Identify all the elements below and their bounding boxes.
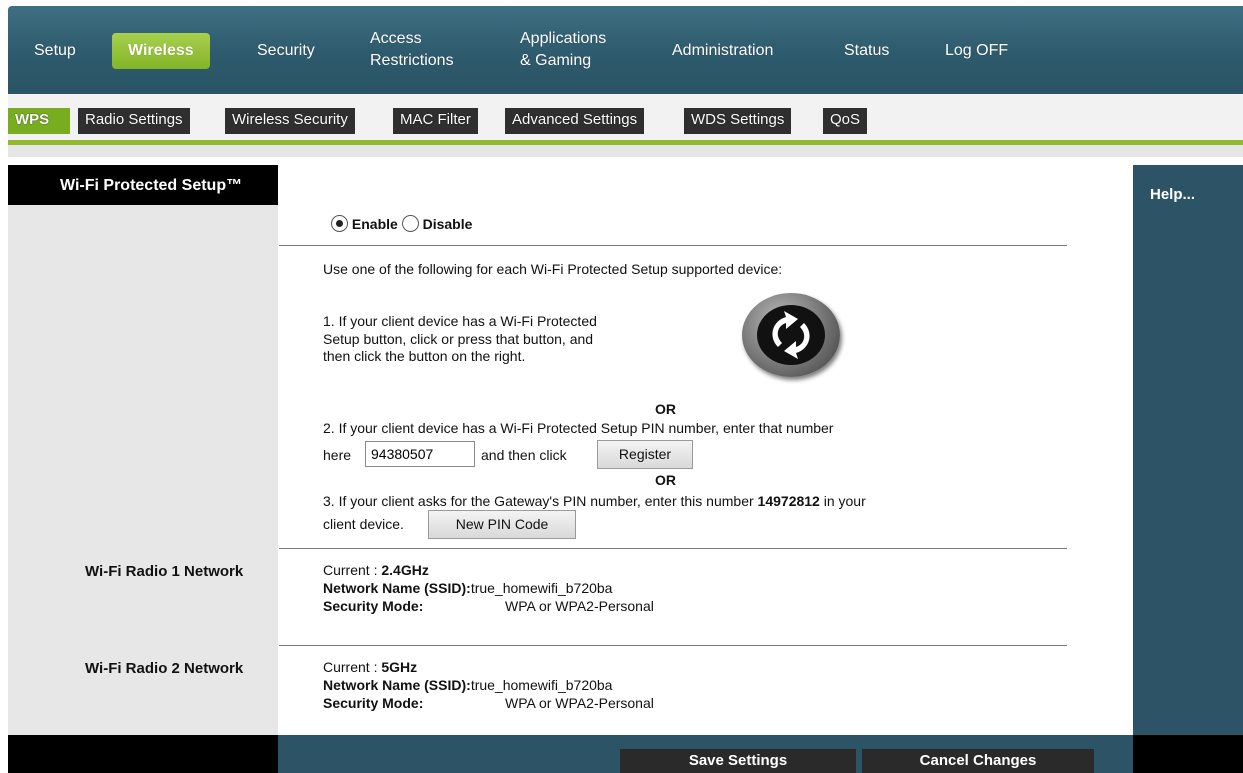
radio2-ssid: Network Name (SSID):true_homewifi_b720ba: [323, 677, 612, 693]
option3-line2: client device.: [323, 516, 404, 532]
disable-radio[interactable]: [401, 215, 419, 232]
option3-line1: 3. If your client asks for the Gateway's…: [323, 493, 866, 509]
option2-here: here: [323, 447, 352, 463]
option1-line2: Setup button, click or press that button…: [323, 331, 594, 347]
option3-prefix: 3. If your client asks for the Gateway's…: [323, 493, 754, 509]
radio2-current-label: Current :: [323, 659, 378, 675]
radio2-security-label: Security Mode:: [323, 695, 424, 711]
section-title: Wi-Fi Protected Setup™: [8, 165, 278, 205]
footer-left: [8, 735, 278, 773]
new-pin-code-button[interactable]: New PIN Code: [428, 510, 576, 539]
nav-access-restrictions[interactable]: Access Restrictions: [370, 28, 454, 72]
radio1-ssid-value: true_homewifi_b720ba: [470, 580, 613, 596]
footer-right: [1133, 735, 1243, 773]
help-link[interactable]: Help...: [1150, 186, 1195, 203]
nav-status[interactable]: Status: [844, 40, 889, 62]
radio2-security: Security Mode:: [323, 695, 423, 711]
nav-security[interactable]: Security: [257, 40, 315, 62]
radio2-ssid-label: Network Name (SSID):: [323, 677, 471, 693]
nav-applications-gaming[interactable]: Applications & Gaming: [520, 28, 606, 72]
radio2-network-label: Wi-Fi Radio 2 Network: [85, 660, 244, 677]
tab-radio-settings[interactable]: Radio Settings: [78, 108, 190, 134]
tab-wds-settings[interactable]: WDS Settings: [684, 108, 792, 134]
subnav-shadow-bar: [8, 145, 1243, 157]
gateway-pin: 14972812: [757, 493, 820, 509]
option2-then-click: and then click: [481, 447, 567, 463]
sub-navigation: WPS Radio Settings Wireless Security MAC…: [8, 94, 1243, 140]
or-separator-2: OR: [655, 472, 676, 488]
tab-wireless-security[interactable]: Wireless Security: [225, 108, 355, 134]
radio2-ssid-value: true_homewifi_b720ba: [470, 677, 613, 693]
top-navigation: Setup Wireless Security Access Restricti…: [8, 6, 1243, 94]
nav-access-line1: Access: [370, 30, 422, 47]
tab-advanced-settings[interactable]: Advanced Settings: [505, 108, 645, 134]
radio2-current-value: 5GHz: [381, 659, 418, 675]
radio1-current: Current : 2.4GHz: [323, 562, 429, 578]
tab-mac-filter[interactable]: MAC Filter: [393, 108, 478, 134]
tab-qos[interactable]: QoS: [823, 108, 868, 134]
nav-applications-line2: & Gaming: [520, 52, 592, 69]
radio1-security: Security Mode:: [323, 598, 423, 614]
option1-line3: then click the button on the right.: [323, 348, 526, 364]
nav-access-line2: Restrictions: [370, 52, 454, 69]
enable-radio[interactable]: [331, 215, 348, 232]
left-column: [8, 165, 278, 735]
save-settings-button[interactable]: Save Settings: [620, 749, 856, 773]
wps-push-button[interactable]: [742, 293, 840, 377]
register-button[interactable]: Register: [597, 440, 693, 469]
divider: [279, 645, 1067, 646]
enable-radio-label[interactable]: Enable: [352, 216, 398, 232]
wps-mode-radio-group: Enable Disable: [331, 215, 472, 232]
radio1-ssid: Network Name (SSID):true_homewifi_b720ba: [323, 580, 612, 596]
cancel-changes-button[interactable]: Cancel Changes: [862, 749, 1094, 773]
nav-wireless[interactable]: Wireless: [112, 33, 210, 69]
radio1-current-label: Current :: [323, 562, 378, 578]
radio1-security-label: Security Mode:: [323, 598, 424, 614]
nav-administration[interactable]: Administration: [672, 40, 773, 62]
radio2-security-value: WPA or WPA2-Personal: [505, 695, 654, 711]
tab-wps[interactable]: WPS: [8, 108, 70, 134]
option2-line1: 2. If your client device has a Wi-Fi Pro…: [323, 420, 834, 436]
client-pin-input[interactable]: [365, 441, 475, 467]
option1-line1: 1. If your client device has a Wi-Fi Pro…: [323, 313, 597, 329]
radio2-current: Current : 5GHz: [323, 659, 417, 675]
option3-suffix: in your: [823, 493, 866, 509]
nav-applications-line1: Applications: [520, 30, 607, 47]
wps-intro-text: Use one of the following for each Wi-Fi …: [323, 261, 783, 277]
nav-setup[interactable]: Setup: [34, 40, 76, 62]
or-separator-1: OR: [655, 401, 676, 417]
divider: [279, 548, 1067, 549]
disable-radio-label[interactable]: Disable: [423, 216, 473, 232]
radio1-security-value: WPA or WPA2-Personal: [505, 598, 654, 614]
radio1-ssid-label: Network Name (SSID):: [323, 580, 471, 596]
help-column: [1133, 165, 1243, 735]
wps-arrows-icon: [757, 305, 825, 365]
radio1-network-label: Wi-Fi Radio 1 Network: [85, 563, 244, 580]
radio1-current-value: 2.4GHz: [381, 562, 429, 578]
divider: [279, 245, 1067, 246]
nav-log-off[interactable]: Log OFF: [945, 40, 1008, 62]
